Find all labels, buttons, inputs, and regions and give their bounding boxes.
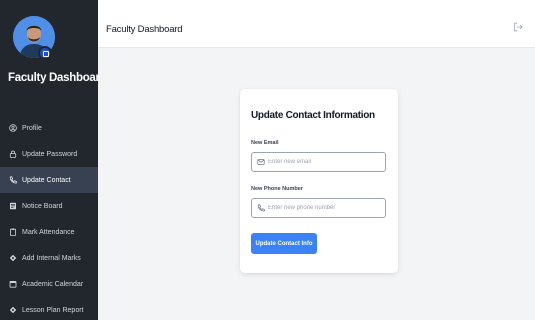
envelope-icon: [257, 158, 265, 166]
report-icon: [9, 306, 17, 314]
sidebar-item-update-password[interactable]: Update Password: [0, 141, 98, 167]
lock-icon: [9, 150, 17, 158]
sidebar-item-label: Notice Board: [22, 202, 63, 210]
phone-icon: [257, 204, 265, 212]
sidebar-item-add-internal-marks[interactable]: Add Internal Marks: [0, 245, 98, 271]
top-header: Faculty Dashboard: [98, 0, 535, 48]
phone-icon: [9, 176, 17, 184]
sidebar-item-label: Update Contact: [22, 176, 71, 184]
phone-input[interactable]: [268, 205, 378, 211]
sidebar-item-profile[interactable]: Profile: [0, 115, 98, 141]
sidebar-item-label: Profile: [22, 124, 42, 132]
sidebar-item-label: Update Password: [22, 150, 78, 158]
calendar-icon: [9, 280, 17, 288]
sidebar-item-lesson-plan-report[interactable]: Lesson Plan Report: [0, 297, 98, 320]
email-input[interactable]: [268, 159, 378, 165]
page-title: Faculty Dashboard: [106, 24, 183, 35]
sidebar-item-label: Academic Calendar: [22, 280, 84, 288]
sidebar-item-label: Lesson Plan Report: [22, 306, 84, 314]
phone-label: New Phone Number: [251, 186, 303, 192]
update-contact-card: Update Contact Information New Email New…: [240, 89, 398, 273]
clipboard-icon: [9, 228, 17, 236]
email-field-wrapper[interactable]: [251, 152, 386, 172]
sidebar-item-notice-board[interactable]: Notice Board: [0, 193, 98, 219]
sidebar-brand-title: Faculty Dashboard: [8, 72, 98, 84]
sidebar-item-update-contact[interactable]: Update Contact: [0, 167, 98, 193]
update-contact-button[interactable]: Update Contact Info: [251, 233, 317, 254]
sidebar-item-academic-calendar[interactable]: Academic Calendar: [0, 271, 98, 297]
notice-board-icon: [9, 202, 17, 210]
user-circle-icon: [9, 124, 17, 132]
camera-badge-icon[interactable]: [38, 46, 52, 60]
logout-icon[interactable]: [513, 22, 523, 32]
sidebar: Faculty Dashboard Profile Update Passwor…: [0, 0, 98, 320]
email-label: New Email: [251, 140, 279, 146]
marks-icon: [9, 254, 17, 262]
sidebar-item-mark-attendance[interactable]: Mark Attendance: [0, 219, 98, 245]
form-title: Update Contact Information: [251, 110, 375, 121]
sidebar-nav: Profile Update Password Update Contact N…: [0, 115, 98, 320]
phone-field-wrapper[interactable]: [251, 198, 386, 218]
sidebar-item-label: Add Internal Marks: [22, 254, 81, 262]
sidebar-item-label: Mark Attendance: [22, 228, 75, 236]
